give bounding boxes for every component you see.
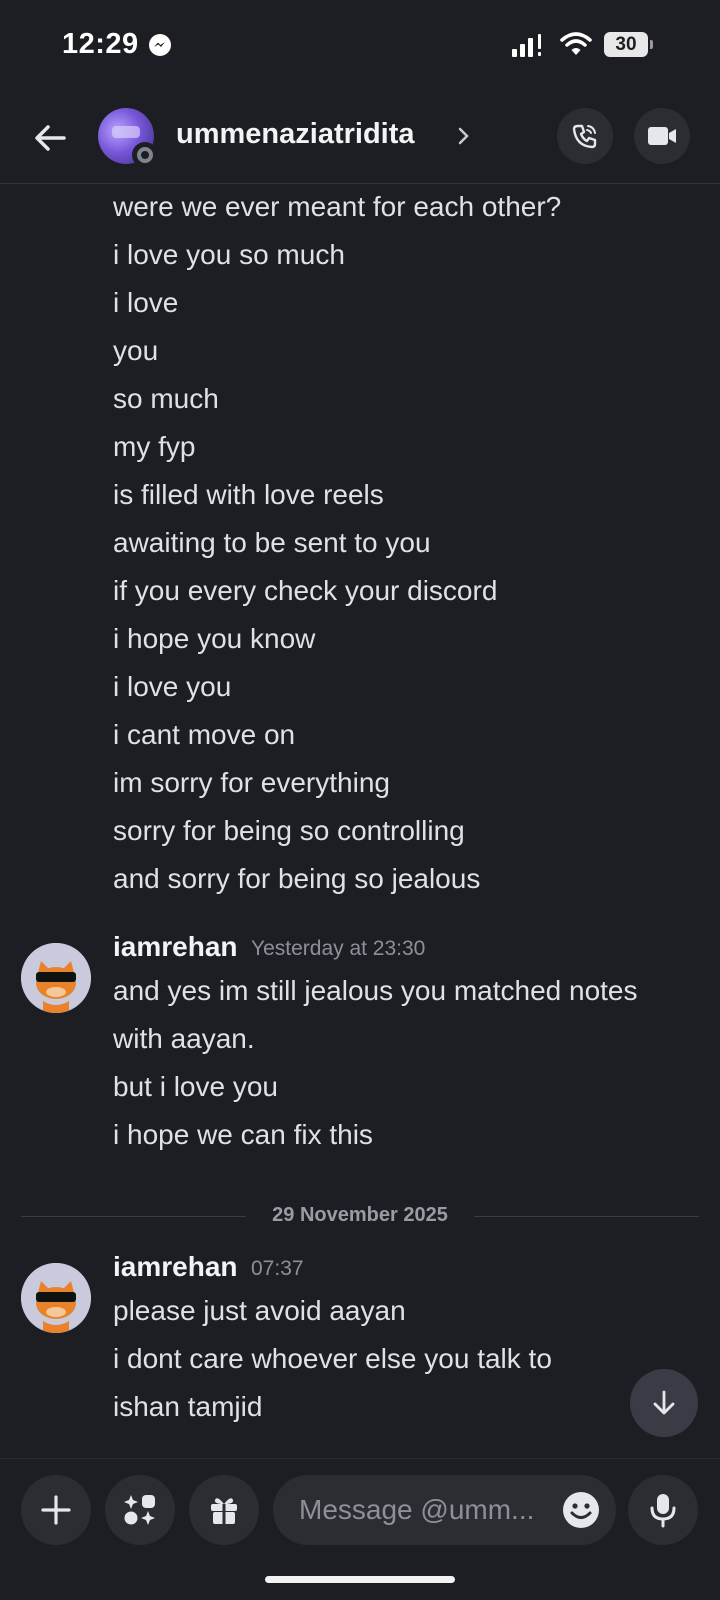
avatar[interactable] — [21, 943, 91, 1013]
message-line[interactable]: if you every check your discord — [113, 574, 497, 608]
message-author[interactable]: iamrehan — [113, 930, 238, 964]
message-author[interactable]: iamrehan — [113, 1250, 238, 1284]
message-line[interactable]: i hope you know — [113, 622, 315, 656]
message-line[interactable]: i dont care whoever else you talk to — [113, 1342, 552, 1376]
message-line[interactable]: with aayan. — [113, 1022, 255, 1056]
message-line[interactable]: is filled with love reels — [113, 478, 384, 512]
message-line[interactable]: i cant move on — [113, 718, 295, 752]
message-line[interactable]: i hope we can fix this — [113, 1118, 373, 1152]
home-indicator[interactable] — [265, 1576, 455, 1583]
dm-username[interactable]: ummenaziatridita — [176, 118, 415, 151]
message-line[interactable]: sorry for being so controlling — [113, 814, 465, 848]
phone-icon — [572, 124, 597, 149]
message-line[interactable]: my fyp — [113, 430, 195, 464]
microphone-icon — [650, 1494, 676, 1528]
message-timestamp: Yesterday at 23:30 — [251, 937, 426, 960]
message-line[interactable]: im sorry for everything — [113, 766, 390, 800]
apps-icon — [124, 1495, 155, 1525]
wifi-icon — [560, 32, 592, 55]
presence-indicator — [132, 142, 158, 168]
status-time: 12:29 — [62, 28, 139, 60]
message-line[interactable]: i love you — [113, 670, 231, 704]
message-line[interactable]: i love — [113, 286, 178, 320]
message-line[interactable]: ishan tamjid — [113, 1390, 262, 1424]
voice-message-button[interactable] — [628, 1475, 698, 1545]
date-divider-label: 29 November 2025 — [258, 1204, 462, 1226]
voice-call-button[interactable] — [557, 108, 613, 164]
message-line[interactable]: and yes im still jealous you matched not… — [113, 974, 638, 1008]
jump-to-latest-button[interactable] — [630, 1369, 698, 1437]
chat-header: ummenaziatridita — [0, 92, 720, 184]
message-line[interactable]: awaiting to be sent to you — [113, 526, 431, 560]
attach-button[interactable] — [21, 1475, 91, 1545]
video-camera-icon — [648, 127, 676, 145]
battery-level: 30 — [604, 32, 648, 57]
message-timestamp: 07:37 — [251, 1257, 304, 1280]
gift-icon — [211, 1498, 237, 1524]
message-line[interactable]: i love you so much — [113, 238, 345, 272]
message-line[interactable]: and sorry for being so jealous — [113, 862, 480, 896]
date-divider: 29 November 2025 — [0, 1204, 720, 1227]
chevron-right-icon[interactable] — [456, 124, 472, 148]
avatar[interactable] — [21, 1263, 91, 1333]
video-call-button[interactable] — [634, 108, 690, 164]
apps-button[interactable] — [105, 1475, 175, 1545]
message-line[interactable]: were we ever meant for each other? — [113, 190, 561, 224]
gift-button[interactable] — [189, 1475, 259, 1545]
plus-icon — [41, 1495, 71, 1525]
emoji-icon[interactable] — [561, 1490, 601, 1530]
messenger-icon — [149, 34, 171, 56]
message-line[interactable]: please just avoid aayan — [113, 1294, 406, 1328]
garfield-avatar-icon — [21, 1263, 91, 1333]
message-input-container[interactable] — [273, 1475, 616, 1545]
arrow-down-icon — [653, 1390, 675, 1415]
message-line[interactable]: so much — [113, 382, 219, 416]
signal-icon — [512, 34, 541, 57]
status-bar: 12:29 30 — [0, 0, 720, 92]
battery-indicator: 30 — [604, 32, 653, 57]
message-line[interactable]: you — [113, 334, 158, 368]
garfield-avatar-icon — [21, 943, 91, 1013]
arrow-left-icon[interactable] — [26, 114, 74, 162]
message-line[interactable]: but i love you — [113, 1070, 278, 1104]
message-input[interactable] — [297, 1475, 547, 1545]
message-list[interactable]: were we ever meant for each other? i lov… — [0, 185, 720, 1455]
